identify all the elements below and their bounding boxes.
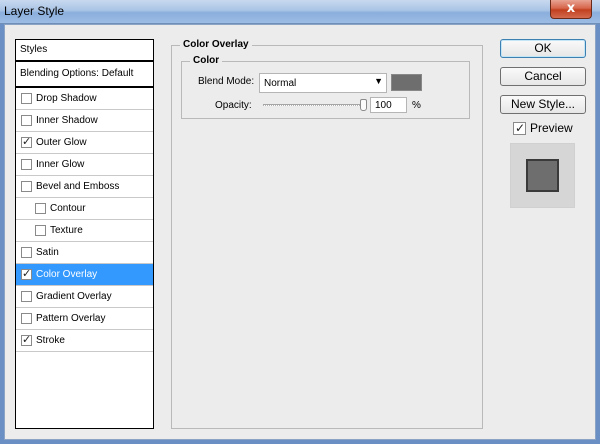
style-item-label: Outer Glow <box>36 137 87 148</box>
style-item-label: Satin <box>36 247 59 258</box>
style-checkbox[interactable] <box>21 135 32 148</box>
style-checkbox[interactable] <box>21 181 32 192</box>
style-item-label: Stroke <box>36 335 65 346</box>
opacity-slider-fill <box>263 103 360 106</box>
style-item-label: Contour <box>50 203 86 214</box>
styles-header[interactable]: Styles <box>16 40 153 62</box>
style-checkbox[interactable] <box>21 267 32 280</box>
close-button[interactable]: x <box>550 0 592 19</box>
overlay-color-swatch[interactable] <box>391 74 422 91</box>
style-item-label: Gradient Overlay <box>36 291 112 302</box>
new-style-button[interactable]: New Style... <box>500 95 586 114</box>
opacity-unit: % <box>412 100 421 111</box>
color-group: Color Blend Mode: Normal ▼ Opacity: 100 … <box>181 55 470 119</box>
style-item-label: Inner Glow <box>36 159 85 170</box>
panel-title: Color Overlay <box>180 39 252 50</box>
opacity-label: Opacity: <box>215 100 252 111</box>
style-item-label: Pattern Overlay <box>36 313 106 324</box>
dropdown-arrow-icon: ▼ <box>374 76 383 86</box>
style-preview <box>510 143 575 208</box>
style-checkbox[interactable] <box>35 203 46 214</box>
preview-checkbox[interactable] <box>513 121 526 135</box>
window-title: Layer Style <box>4 4 65 18</box>
title-bar: Layer Style x <box>0 0 600 24</box>
blending-options-item[interactable]: Blending Options: Default <box>16 62 153 88</box>
close-icon: x <box>566 1 576 16</box>
style-checkbox[interactable] <box>21 115 32 126</box>
style-item-label: Bevel and Emboss <box>36 181 120 192</box>
opacity-input[interactable]: 100 <box>370 97 407 113</box>
style-item-label: Texture <box>50 225 83 236</box>
cancel-button[interactable]: Cancel <box>500 67 586 86</box>
style-item-satin[interactable]: Satin <box>16 242 153 264</box>
style-item-inner-glow[interactable]: Inner Glow <box>16 154 153 176</box>
style-item-gradient-overlay[interactable]: Gradient Overlay <box>16 286 153 308</box>
opacity-slider-thumb[interactable] <box>360 99 367 111</box>
dialog-body: Styles Blending Options: Default Drop Sh… <box>4 24 596 440</box>
style-checkbox[interactable] <box>21 159 32 170</box>
style-checkbox[interactable] <box>35 225 46 236</box>
style-items: Drop Shadow Inner Shadow Outer Glow Inner G… <box>16 88 153 352</box>
style-item-label: Drop Shadow <box>36 93 97 104</box>
style-item-texture[interactable]: Texture <box>16 220 153 242</box>
style-checkbox[interactable] <box>21 333 32 346</box>
preview-swatch <box>526 159 559 192</box>
color-overlay-panel: Color Overlay Color Blend Mode: Normal ▼… <box>171 39 483 429</box>
style-checkbox[interactable] <box>21 93 32 104</box>
style-item-inner-shadow[interactable]: Inner Shadow <box>16 110 153 132</box>
style-item-contour[interactable]: Contour <box>16 198 153 220</box>
style-checkbox[interactable] <box>21 313 32 324</box>
style-item-pattern-overlay[interactable]: Pattern Overlay <box>16 308 153 330</box>
style-item-stroke[interactable]: Stroke <box>16 330 153 352</box>
preview-label: Preview <box>530 121 573 135</box>
style-item-outer-glow[interactable]: Outer Glow <box>16 132 153 154</box>
style-item-drop-shadow[interactable]: Drop Shadow <box>16 88 153 110</box>
style-item-bevel-and-emboss[interactable]: Bevel and Emboss <box>16 176 153 198</box>
preview-toggle[interactable]: Preview <box>513 121 573 135</box>
style-checkbox[interactable] <box>21 291 32 302</box>
style-item-color-overlay[interactable]: Color Overlay <box>16 264 153 286</box>
ok-button[interactable]: OK <box>500 39 586 58</box>
blend-mode-value: Normal <box>264 78 297 89</box>
opacity-slider[interactable] <box>263 99 367 111</box>
styles-list: Styles Blending Options: Default Drop Sh… <box>15 39 154 429</box>
color-group-title: Color <box>190 55 223 66</box>
blend-mode-label: Blend Mode: <box>198 76 255 87</box>
blend-mode-select[interactable]: Normal ▼ <box>259 73 387 93</box>
style-checkbox[interactable] <box>21 247 32 258</box>
style-item-label: Inner Shadow <box>36 115 98 126</box>
style-item-label: Color Overlay <box>36 269 98 280</box>
